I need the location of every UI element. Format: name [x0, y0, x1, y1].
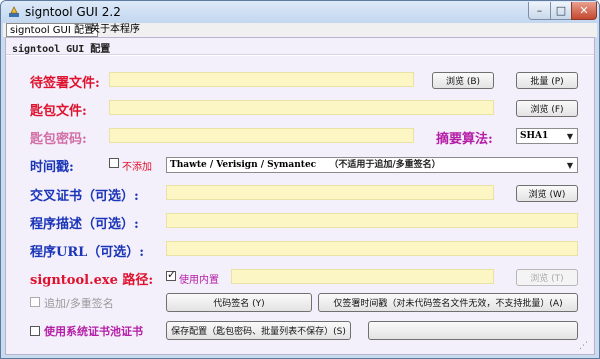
code-sign-button[interactable]: 代码签名 (Y)	[166, 293, 312, 312]
chevron-down-icon: ▼	[566, 131, 574, 141]
key-password-input[interactable]	[109, 128, 414, 143]
digest-value: SHA1	[520, 131, 549, 141]
minimize-button[interactable]: –	[528, 2, 551, 20]
tab-about[interactable]: 关于本程序	[87, 23, 143, 37]
file-to-sign-input[interactable]	[109, 72, 414, 87]
close-button[interactable]: ✕	[571, 2, 597, 20]
maximize-button[interactable]: □	[550, 2, 572, 20]
panel-divider	[6, 54, 594, 56]
append-sign-label: 追加/多重签名	[44, 297, 114, 310]
config-panel: signtool GUI 配置 待签署文件: 浏览 (B) 批量 (P) 匙包文…	[5, 37, 595, 355]
system-store-label: 使用系统证书池证书	[44, 325, 143, 338]
timestamp-server-value: Thawte / Verisign / Symantec	[170, 160, 317, 170]
no-timestamp-checkbox[interactable]	[109, 158, 119, 168]
resize-grip-icon[interactable]: ⋰	[579, 341, 597, 355]
description-label: 程序描述（可选）:	[30, 217, 139, 232]
panel-title: signtool GUI 配置	[12, 44, 111, 55]
key-file-input[interactable]	[109, 100, 494, 115]
browse-signtool-button[interactable]: 浏览 (T)	[516, 269, 578, 286]
maximize-icon: □	[555, 4, 567, 17]
browse-file-button[interactable]: 浏览 (B)	[432, 72, 494, 89]
minimize-icon: –	[536, 4, 543, 17]
description-input[interactable]	[166, 213, 578, 228]
file-to-sign-label: 待签署文件:	[30, 76, 100, 91]
tab-bar: signtool GUI 配置 关于本程序	[3, 23, 597, 37]
close-icon: ✕	[579, 4, 589, 17]
window-title: signtool GUI 2.2	[25, 5, 121, 19]
no-timestamp-label: 不添加	[122, 162, 152, 173]
tab-config[interactable]: signtool GUI 配置	[6, 23, 98, 37]
browse-cross-cert-button[interactable]: 浏览 (W)	[516, 185, 578, 202]
main-window: signtool GUI 2.2 – □ ✕ signtool GUI 配置 关…	[0, 0, 600, 359]
browse-key-button[interactable]: 浏览 (F)	[516, 100, 578, 117]
batch-button[interactable]: 批量 (P)	[516, 72, 578, 89]
title-bar[interactable]: signtool GUI 2.2 – □ ✕	[1, 1, 599, 23]
timestamp-server-note: （不适用于追加/多重签名）	[329, 160, 441, 170]
save-config-button[interactable]: 保存配置（匙包密码、批量列表不保存）(S)	[166, 321, 351, 340]
chevron-down-icon: ▼	[566, 160, 574, 170]
cross-cert-input[interactable]	[166, 185, 494, 200]
digest-select[interactable]: SHA1 ▼	[516, 128, 578, 144]
key-password-label: 匙包密码:	[30, 132, 87, 147]
timestamp-server-select[interactable]: Thawte / Verisign / Symantec （不适用于追加/多重签…	[166, 157, 578, 173]
append-sign-checkbox[interactable]	[30, 297, 40, 307]
use-builtin-label: 使用内置	[179, 275, 219, 286]
url-input[interactable]	[166, 241, 578, 256]
digest-label: 摘要算法:	[436, 132, 493, 147]
url-label: 程序URL（可选）:	[30, 245, 145, 260]
timestamp-label: 时间戳:	[30, 160, 74, 175]
signtool-path-label: signtool.exe 路径:	[30, 273, 154, 288]
system-store-checkbox[interactable]	[30, 326, 40, 336]
signtool-app-icon	[9, 6, 19, 17]
cross-cert-label: 交叉证书（可选）:	[30, 189, 139, 204]
use-builtin-checkbox[interactable]	[166, 268, 176, 281]
timestamp-only-button[interactable]: 仅签署时间戳（对未代码签名文件无效，不支持批量）(A)	[318, 293, 578, 312]
signtool-path-input[interactable]	[231, 269, 494, 284]
key-file-label: 匙包文件:	[30, 104, 87, 119]
empty-action-button[interactable]	[368, 321, 578, 340]
